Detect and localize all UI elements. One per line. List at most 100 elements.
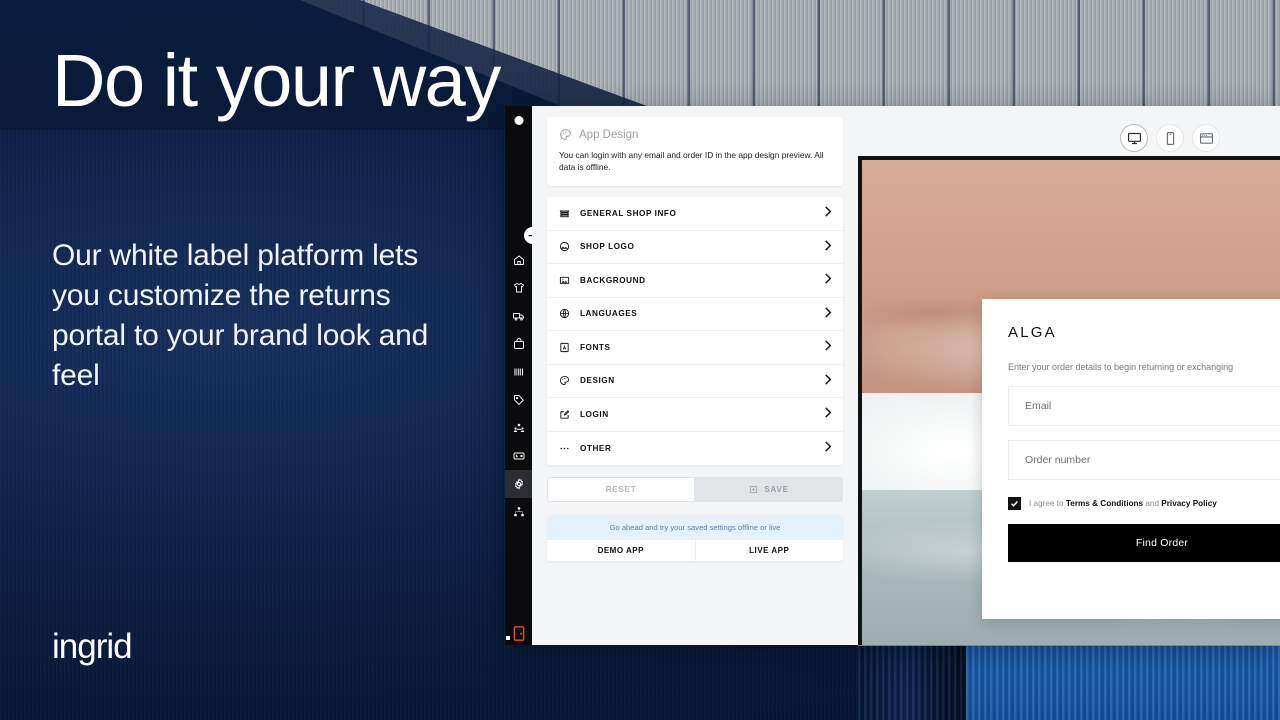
email-field[interactable]: Email [1008,386,1280,426]
picture-icon [558,275,571,286]
settings-panel: App Design You can login with any email … [532,106,858,645]
sidebar-item-orders[interactable] [505,330,532,358]
order-number-field-placeholder: Order number [1025,454,1091,466]
gear-icon [514,478,523,490]
sidebar-item-billing[interactable] [505,442,532,470]
font-book-icon [558,342,571,353]
order-number-field[interactable]: Order number [1008,440,1280,480]
sidebar-item-shipping[interactable] [505,302,532,330]
browser-view-button[interactable] [1192,124,1220,152]
truck-icon [512,313,524,321]
menu-item-label: LANGUAGES [580,309,638,319]
store-icon [558,208,571,219]
page-title: Do it your way [52,39,501,122]
menu-item-label: SHOP LOGO [580,242,635,252]
try-settings-card: Go ahead and try your saved settings off… [547,515,844,562]
privacy-link[interactable]: Privacy Policy [1161,499,1217,508]
org-chart-icon [513,507,524,517]
demo-app-button[interactable]: DEMO APP [547,540,695,561]
desktop-view-button[interactable] [1120,124,1148,152]
image-logo-icon [558,241,571,252]
sidebar-item-organisation[interactable] [505,498,532,526]
menu-item-shop-logo[interactable]: SHOP LOGO [547,230,843,265]
app-window: App Design You can login with any email … [505,106,1280,645]
tag-icon [513,395,524,406]
sidebar-logo-icon [514,116,523,125]
portal-brand-name: ALGA [1008,324,1057,341]
globe-icon [558,308,571,319]
menu-item-login[interactable]: LOGIN [547,398,843,432]
terms-prefix: I agree to [1029,499,1066,508]
device-toggle-group [1120,124,1220,152]
chevron-right-icon [824,305,832,323]
settings-actions: RESET SAVE [547,477,843,503]
portal-subtitle: Enter your order details to begin return… [1008,362,1234,372]
sidebar-item-barcodes[interactable] [505,358,532,386]
menu-item-label: LOGIN [580,409,609,419]
app-design-title: App Design [579,128,639,141]
ellipsis-icon [558,443,571,454]
menu-item-label: OTHER [580,443,612,453]
mobile-view-button[interactable] [1156,124,1184,152]
find-order-button[interactable]: Find Order [1008,524,1280,562]
home-icon [513,255,524,265]
app-sidebar [505,106,541,645]
chevron-right-icon [824,338,832,356]
preview-panel: ALGA Enter your order details to begin r… [858,106,1280,645]
preview-screen: ALGA Enter your order details to begin r… [862,160,1280,645]
people-icon [513,423,524,432]
desktop-icon [1127,132,1141,144]
device-frame: ALGA Enter your order details to begin r… [858,156,1280,645]
chevron-right-icon [824,204,832,222]
sidebar-item-products[interactable] [505,274,532,302]
palette-icon [560,129,571,140]
save-disk-icon [750,486,758,494]
menu-item-general-shop-info[interactable]: GENERAL SHOP INFO [547,197,843,231]
chevron-right-icon [824,372,832,390]
menu-item-languages[interactable]: LANGUAGES [547,297,843,332]
live-app-button[interactable]: LIVE APP [694,540,844,562]
ingrid-logo: ingrid [52,627,133,666]
sidebar-item-settings[interactable] [505,470,532,498]
sidebar-item-home[interactable] [505,246,532,274]
terms-link[interactable]: Terms & Conditions [1066,499,1143,508]
browser-window-icon [1199,132,1213,144]
save-button[interactable]: SAVE [695,477,843,503]
login-edit-icon [558,409,571,420]
try-settings-buttons: DEMO APP LIVE APP [547,540,844,562]
palette-icon [558,375,571,386]
menu-item-other[interactable]: OTHER [547,431,843,466]
mobile-icon [1166,131,1174,145]
sidebar-item-labels[interactable] [505,386,532,414]
terms-row: I agree to Terms & Conditions and Privac… [1008,497,1280,510]
email-field-placeholder: Email [1025,400,1052,412]
app-design-header: App Design [559,128,831,141]
menu-item-background[interactable]: BACKGROUND [547,264,843,298]
logout-button[interactable] [513,626,524,645]
menu-item-label: DESIGN [580,376,615,386]
chevron-right-icon [824,238,832,256]
card-icon [513,452,524,460]
try-settings-note: Go ahead and try your saved settings off… [547,515,843,541]
sidebar-item-customers[interactable] [505,414,532,442]
menu-item-label: BACKGROUND [580,275,646,285]
sidebar-corner-dot [506,636,510,640]
settings-menu-list: GENERAL SHOP INFO SHOP LOGO BACKGROUND L… [547,197,843,466]
terms-middle: and [1143,499,1162,508]
menu-item-label: GENERAL SHOP INFO [580,208,677,218]
bright-blue-panel [966,646,1280,720]
reset-button[interactable]: RESET [547,477,695,503]
barcode-icon [514,368,523,376]
terms-text: I agree to Terms & Conditions and Privac… [1029,499,1217,508]
tshirt-icon [513,282,524,293]
save-button-label: SAVE [764,485,789,495]
menu-item-design[interactable]: DESIGN [547,364,843,399]
menu-item-label: FONTS [580,342,611,352]
chevron-right-icon [824,439,832,457]
chevron-right-icon [824,405,832,423]
menu-item-fonts[interactable]: FONTS [547,331,843,365]
terms-checkbox[interactable] [1008,497,1021,510]
bag-icon [513,338,524,349]
check-icon [1010,501,1019,507]
chevron-right-icon [824,271,832,289]
